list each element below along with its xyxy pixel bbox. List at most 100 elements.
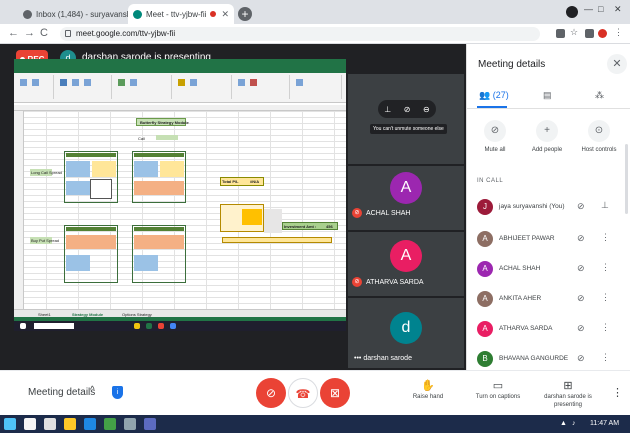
participant-name: ATHARVA SARDA	[499, 325, 553, 332]
folder-icon[interactable]	[64, 418, 76, 430]
browser-icon[interactable]	[84, 418, 96, 430]
add-people-button[interactable]: + Add people	[521, 120, 573, 153]
start-icon[interactable]	[4, 418, 16, 430]
gmail-icon	[23, 9, 32, 19]
volume-icon[interactable]: ♪	[572, 420, 576, 427]
panel-scrollbar[interactable]	[625, 144, 628, 214]
excel-row-headers	[14, 111, 24, 309]
taskbar-app-icon[interactable]	[44, 418, 56, 430]
excel-sheet-title: Butterfly Strategy Module	[140, 120, 189, 125]
mic-off-icon: ⊘	[577, 201, 585, 211]
remove-icon[interactable]: ⊖	[423, 105, 430, 114]
taskbar-app-icon[interactable]	[144, 418, 156, 430]
leave-call-button[interactable]: ☎	[288, 378, 318, 408]
profile-icon[interactable]	[566, 6, 578, 18]
camera-toggle-button[interactable]: ⊠	[320, 378, 350, 408]
meeting-details-button[interactable]: Meeting details	[28, 387, 95, 398]
participant-name: ACHAL SHAH	[499, 265, 541, 272]
mic-off-icon: ⊘	[484, 120, 506, 142]
tab-chat[interactable]: ▤	[543, 90, 552, 101]
url-input[interactable]: meet.google.com/ttv-yjbw-fii	[60, 27, 540, 41]
chevron-up-icon[interactable]: ^	[90, 385, 95, 396]
mic-off-icon[interactable]: ⊘	[404, 105, 411, 114]
participant-row[interactable]: B BHAVANA GANGURDE ⊘ ⋮	[467, 346, 630, 372]
new-tab-button[interactable]: +	[238, 7, 252, 21]
more-options-icon[interactable]: ⋮	[601, 322, 610, 333]
more-options-icon[interactable]: ⋮	[601, 352, 610, 363]
reload-button[interactable]: C	[40, 27, 48, 39]
extensions-icon[interactable]	[585, 29, 594, 38]
participant-avatar: B	[477, 351, 493, 367]
participant-avatar: A	[477, 261, 493, 277]
address-bar: ← → C meet.google.com/ttv-yjbw-fii ☆ ⋮	[0, 24, 630, 44]
tab-meet[interactable]: Meet - ttv-yjbw-fii ✕	[128, 4, 234, 24]
panel-divider	[467, 108, 630, 109]
host-controls-button[interactable]: ⊙ Host controls	[573, 120, 625, 153]
excel-row-label-1: Long Call Spread	[31, 170, 62, 175]
raise-hand-button[interactable]: ✋ Raise hand	[408, 379, 448, 401]
participant-avatar: J	[477, 199, 493, 215]
camera-off-icon: ⊠	[329, 386, 341, 400]
in-call-heading: IN CALL	[477, 178, 504, 184]
people-count: (27)	[492, 90, 509, 100]
mic-toggle-button[interactable]: ⊘	[256, 378, 286, 408]
taskbar-app-icon[interactable]	[24, 418, 36, 430]
mic-off-icon: ⊘	[265, 386, 277, 400]
camera-icon[interactable]	[556, 29, 565, 38]
presenting-button[interactable]: ⊞ darshan sarode is presenting	[540, 379, 596, 409]
tab-people[interactable]: 👥 (27)	[479, 90, 509, 101]
toggle-icon: ⊙	[588, 120, 610, 142]
participant-row[interactable]: A ABHIJEET PAWAR ⊘ ⋮	[467, 226, 630, 252]
forward-button[interactable]: →	[24, 27, 35, 39]
shield-icon[interactable]: i	[112, 386, 123, 399]
people-icon: 👥	[479, 90, 491, 100]
unmute-tooltip: You can't unmute someone else	[370, 124, 447, 134]
chrome-icon[interactable]	[104, 418, 116, 430]
excel-table-box	[64, 225, 118, 283]
pin-icon[interactable]: ⊥	[384, 105, 391, 114]
excel-total-pl-label: Total P/L	[222, 179, 239, 184]
participant-tile-self[interactable]	[348, 74, 464, 164]
tab-inbox[interactable]: Inbox (1,484) - suryavanshi.jaya@ ✕	[18, 4, 130, 24]
participant-tile[interactable]: d ••• darshan sarode	[348, 298, 464, 368]
star-icon[interactable]: ☆	[570, 27, 578, 37]
excel-investment-value: 456	[326, 224, 333, 229]
participant-tile[interactable]: A ⊘ ACHAL SHAH	[348, 166, 464, 230]
mute-all-button[interactable]: ⊘ Mute all	[469, 120, 521, 153]
tab-activities[interactable]: ⁂	[595, 90, 604, 101]
account-avatar-icon[interactable]	[598, 29, 607, 38]
participant-name: jaya suryavanshi (You)	[499, 203, 565, 210]
recording-dot-icon	[210, 11, 217, 17]
present-screen-icon: ⊞	[563, 380, 573, 392]
browser-menu-icon[interactable]: ⋮	[614, 27, 623, 37]
participant-avatar: A	[477, 231, 493, 247]
back-button[interactable]: ←	[8, 27, 19, 39]
participant-avatar: A	[477, 321, 493, 337]
more-options-icon[interactable]: ⋮	[601, 292, 610, 303]
participant-tile[interactable]: A ⊘ ATHARVA SARDA	[348, 232, 464, 296]
panel-title: Meeting details	[478, 59, 546, 70]
tab-close-icon[interactable]: ✕	[221, 9, 229, 20]
close-window-button[interactable]: ✕	[614, 4, 622, 15]
browser-tab-bar: Inbox (1,484) - suryavanshi.jaya@ ✕ Meet…	[0, 0, 630, 24]
network-icon[interactable]: ▲	[560, 420, 567, 427]
presenter-taskbar	[14, 321, 346, 331]
more-options-icon[interactable]: ⋮	[601, 262, 610, 273]
minimize-button[interactable]: —	[584, 4, 593, 14]
participant-row[interactable]: A ANKITA AHER ⊘ ⋮	[467, 286, 630, 312]
close-panel-button[interactable]: ✕	[607, 54, 627, 74]
mute-all-label: Mute all	[484, 147, 506, 153]
more-options-icon[interactable]: ⋮	[612, 386, 623, 399]
excel-sheet-tabs: Sheet1 Strategy Module Options Strategy	[14, 309, 346, 317]
participant-avatar: d	[390, 312, 422, 344]
chat-icon: ▤	[543, 90, 552, 100]
pin-icon[interactable]: ⊥	[601, 200, 609, 211]
participant-row[interactable]: A ATHARVA SARDA ⊘ ⋮	[467, 316, 630, 342]
taskbar-app-icon[interactable]	[124, 418, 136, 430]
participant-avatar: A	[477, 291, 493, 307]
maximize-button[interactable]: □	[598, 4, 603, 14]
participant-row[interactable]: A ACHAL SHAH ⊘ ⋮	[467, 256, 630, 282]
participant-row[interactable]: J jaya suryavanshi (You) ⊘ ⊥	[467, 194, 630, 220]
more-options-icon[interactable]: ⋮	[601, 232, 610, 243]
captions-button[interactable]: ▭ Turn on captions	[468, 379, 528, 401]
